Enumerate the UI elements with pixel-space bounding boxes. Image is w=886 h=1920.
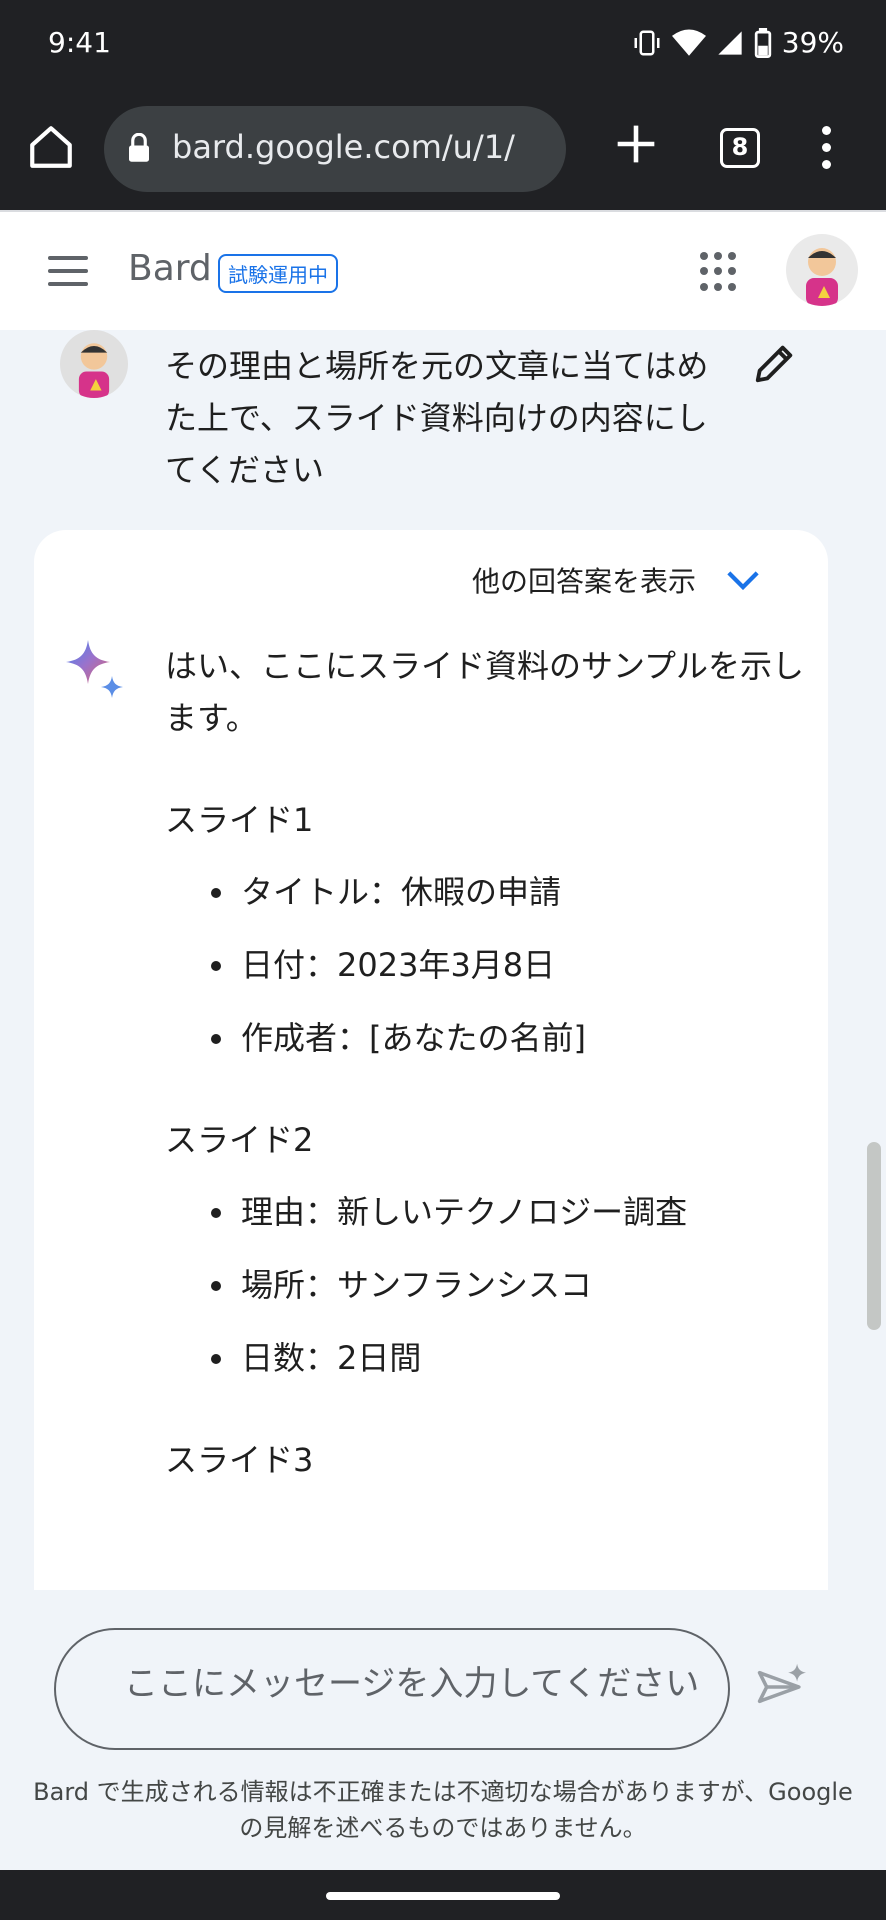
tab-switcher-button[interactable]: 8 [720, 128, 760, 168]
new-tab-icon[interactable] [614, 122, 658, 166]
hamburger-menu-icon[interactable] [48, 256, 88, 286]
disclaimer-text: Bard で生成される情報は不正確または不適切な場合がありますが、Google … [33, 1778, 853, 1842]
app-header: Bard 試験運用中 [0, 210, 886, 330]
chevron-down-icon [727, 571, 759, 590]
status-bar: 9:41 39% [0, 0, 886, 90]
app-logo: Bard [128, 248, 212, 289]
send-icon[interactable] [756, 1662, 806, 1712]
google-apps-icon[interactable] [700, 252, 740, 292]
message-input[interactable] [124, 1664, 704, 1704]
message-input-container[interactable] [54, 1628, 730, 1750]
wifi-icon [671, 29, 706, 56]
show-drafts-label: 他の回答案を表示 [471, 565, 696, 598]
show-drafts-button[interactable]: 他の回答案を表示 [472, 560, 760, 600]
more-menu-icon[interactable] [814, 126, 838, 172]
cell-signal-icon [718, 30, 742, 55]
lock-icon [129, 133, 149, 162]
battery-percent: 39% [781, 26, 844, 59]
bard-sparkle-icon [66, 640, 123, 698]
experiment-badge: 試験運用中 [218, 254, 338, 293]
slide-heading: スライド3 [165, 1441, 314, 1479]
list-item: 作成者：[あなたの名前] [211, 1012, 805, 1064]
url-bar[interactable]: bard.google.com/u/1/ [104, 106, 566, 192]
response-body: はい、ここにスライド資料のサンプルを示します。 スライド1 タイトル：休暇の申請… [165, 640, 805, 1486]
home-gesture-handle[interactable] [326, 1892, 560, 1900]
slide-item-list: 理由：新しいテクノロジー調査 場所：サンフランシスコ 日数：2日間 [211, 1186, 805, 1384]
battery-icon [754, 27, 771, 58]
slide-item-list: タイトル：休暇の申請 日付：2023年3月8日 作成者：[あなたの名前] [211, 866, 805, 1064]
slide-heading: スライド1 [165, 801, 314, 839]
browser-toolbar: bard.google.com/u/1/ 8 [0, 90, 886, 210]
vibrate-icon [634, 30, 660, 55]
status-icons: 39% [632, 26, 844, 59]
composer-area: Bard で生成される情報は不正確または不適切な場合がありますが、Google … [0, 1590, 886, 1870]
user-avatar [60, 330, 128, 398]
account-avatar[interactable] [786, 234, 858, 306]
list-item: 日数：2日間 [211, 1332, 805, 1384]
status-time: 9:41 [48, 26, 111, 59]
list-item: 場所：サンフランシスコ [211, 1259, 805, 1311]
list-item: タイトル：休暇の申請 [211, 866, 805, 918]
list-item: 日付：2023年3月8日 [211, 939, 805, 991]
url-text: bard.google.com/u/1/ [172, 128, 515, 166]
response-card: 他の回答案を表示 はい、ここにスライド資料のサンプルを示します。 スライド1 タ… [34, 530, 828, 1590]
user-message: その理由と場所を元の文章に当てはめた上で、スライド資料向けの内容にしてください [165, 347, 709, 489]
slide-heading: スライド2 [165, 1121, 314, 1159]
navigation-bar [0, 1870, 886, 1920]
edit-pencil-icon[interactable] [752, 340, 798, 386]
home-icon[interactable] [26, 122, 76, 172]
list-item: 理由：新しいテクノロジー調査 [211, 1186, 805, 1238]
scrollbar-thumb[interactable] [867, 1142, 881, 1330]
response-intro: はい、ここにスライド資料のサンプルを示します。 [165, 647, 805, 737]
